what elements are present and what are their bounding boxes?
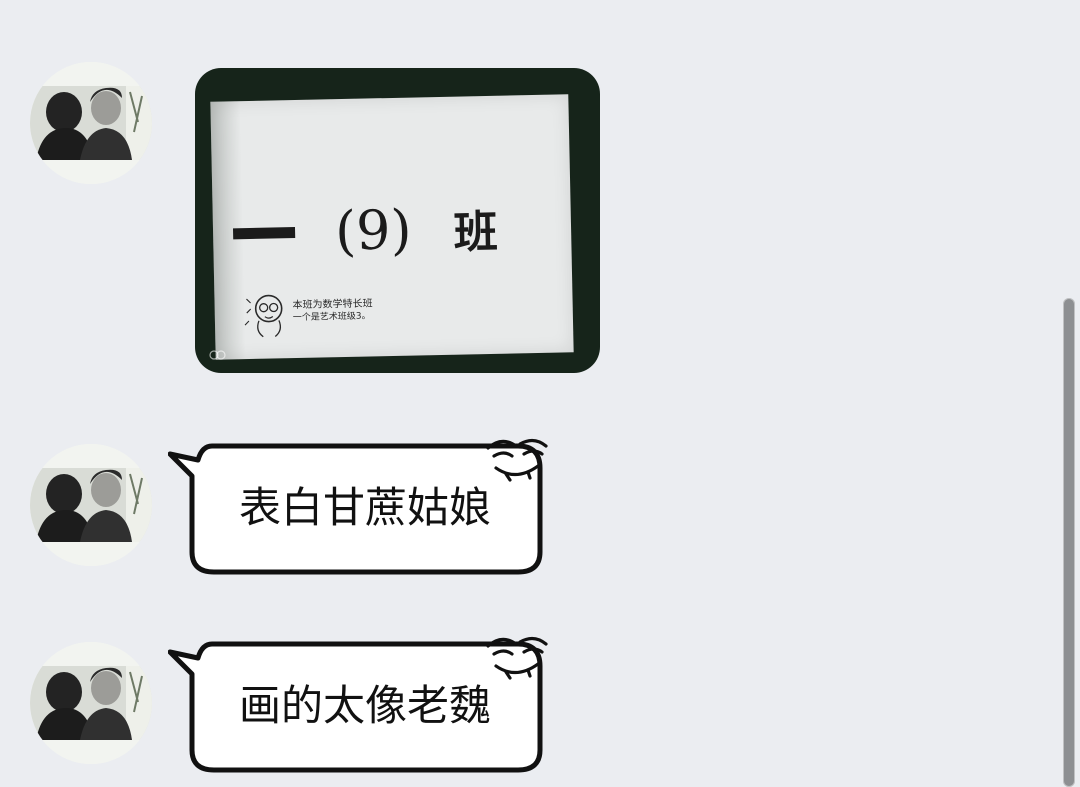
cartoon-doodle-icon	[244, 294, 283, 338]
camera-watermark	[209, 349, 231, 361]
avatar-photo-icon	[30, 444, 152, 566]
sender-avatar[interactable]	[30, 642, 152, 764]
scrollbar[interactable]	[1060, 0, 1080, 787]
class-sign-text: (9) 班	[226, 194, 567, 265]
sticker-message-bubble[interactable]: 表白甘蔗姑娘	[168, 432, 548, 577]
class-prefix	[232, 226, 296, 239]
chat-message-list[interactable]: (9) 班 本班为数学特长班 一个是艺术班级3。 表白甘蔗姑娘 画的太像老魏	[0, 0, 1060, 787]
image-message[interactable]: (9) 班 本班为数学特长班 一个是艺术班级3。	[195, 68, 600, 373]
sticker-message-bubble[interactable]: 画的太像老魏	[168, 630, 548, 775]
bubble-text: 表白甘蔗姑娘	[238, 483, 491, 532]
bubble-text: 画的太像老魏	[238, 681, 491, 730]
class-sign-paper: (9) 班 本班为数学特长班 一个是艺术班级3。	[210, 94, 574, 360]
avatar-photo-icon	[30, 62, 152, 184]
sender-avatar[interactable]	[30, 444, 152, 566]
sender-avatar[interactable]	[30, 62, 152, 184]
class-suffix: 班	[453, 206, 499, 259]
camera-watermark-icon	[209, 350, 226, 360]
scrollbar-thumb[interactable]	[1063, 298, 1075, 787]
class-number: (9)	[334, 198, 413, 263]
sign-note-line: 一个是艺术班级3。	[292, 311, 371, 324]
avatar-photo-icon	[30, 642, 152, 764]
